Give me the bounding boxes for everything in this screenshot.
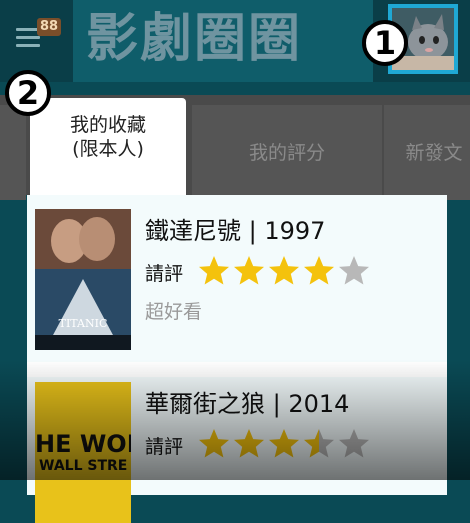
star-icon[interactable]: [267, 427, 301, 461]
star-icon[interactable]: [197, 427, 231, 461]
movie-title: 華爾街之狼 | 2014: [145, 390, 350, 418]
star-icon[interactable]: [302, 254, 336, 288]
movie-title: 鐵達尼號 | 1997: [145, 217, 326, 245]
user-comment: 超好看: [145, 301, 203, 323]
poster-title-text: TITANIC: [59, 317, 108, 330]
star-icon[interactable]: [232, 427, 266, 461]
step-marker-1: 1: [362, 20, 408, 66]
rating-stars[interactable]: [197, 427, 372, 459]
tab-label-line2: (限本人): [72, 138, 144, 160]
app-title: 影劇圈圈: [86, 9, 303, 69]
poster-wolf-of-wall-street: HE WOL WALL STRE: [35, 382, 131, 523]
tab-my-ratings[interactable]: 我的評分: [192, 105, 382, 200]
star-icon[interactable]: [197, 254, 231, 288]
star-icon[interactable]: [232, 254, 266, 288]
rate-label: 請評: [145, 436, 184, 458]
tab-my-favorites[interactable]: 我的收藏 (限本人): [30, 98, 186, 195]
favorites-list: TITANIC 鐵達尼號 | 1997 請評 超好看 HE WOL WALL S…: [27, 195, 447, 523]
poster-text-2: WALL STRE: [39, 458, 127, 474]
poster-titanic: TITANIC: [35, 209, 131, 350]
divider: [27, 362, 447, 377]
tab-label-line1: 我的收藏: [69, 114, 146, 136]
rating-stars[interactable]: [197, 254, 372, 286]
star-icon[interactable]: [267, 254, 301, 288]
tab-bar: 我的收藏 (限本人) 我的評分 新發文: [0, 95, 470, 200]
poster-text-1: HE WOL: [35, 430, 131, 458]
tab-edge: [0, 105, 26, 200]
star-icon[interactable]: [337, 427, 371, 461]
tab-new-posts[interactable]: 新發文: [384, 105, 470, 200]
step-marker-2: 2: [5, 70, 51, 116]
star-icon[interactable]: [302, 427, 336, 461]
star-icon[interactable]: [337, 254, 371, 288]
notification-badge: 88: [37, 18, 62, 36]
rate-label: 請評: [145, 263, 184, 285]
